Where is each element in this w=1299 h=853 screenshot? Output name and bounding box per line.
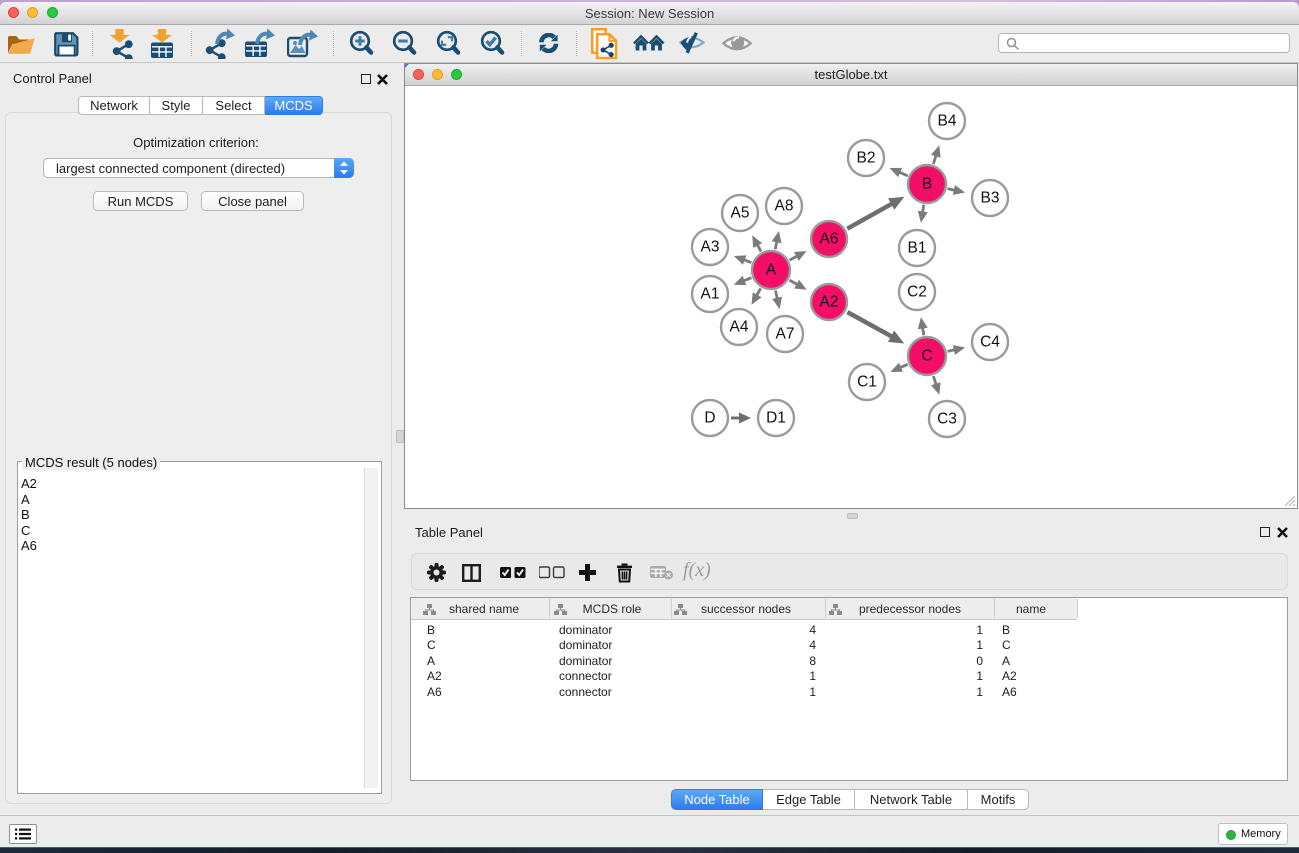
svg-text:C1: C1 — [857, 374, 877, 391]
svg-text:C3: C3 — [937, 411, 957, 428]
svg-text:B: B — [922, 176, 932, 193]
svg-text:C: C — [921, 348, 932, 365]
svg-text:A8: A8 — [775, 198, 794, 215]
svg-text:A5: A5 — [731, 205, 750, 222]
svg-text:A: A — [766, 262, 777, 279]
svg-text:C2: C2 — [907, 284, 927, 301]
svg-text:B4: B4 — [938, 113, 957, 130]
svg-text:A4: A4 — [730, 319, 749, 336]
svg-text:A7: A7 — [776, 326, 795, 343]
svg-text:D: D — [704, 410, 715, 427]
svg-text:A6: A6 — [820, 231, 839, 248]
svg-text:B3: B3 — [981, 190, 1000, 207]
svg-text:A1: A1 — [701, 286, 720, 303]
svg-text:B2: B2 — [857, 150, 876, 167]
svg-text:D1: D1 — [766, 410, 786, 427]
svg-text:A2: A2 — [820, 294, 839, 311]
svg-text:A3: A3 — [701, 239, 720, 256]
svg-text:C4: C4 — [980, 334, 1000, 351]
svg-text:B1: B1 — [908, 240, 927, 257]
